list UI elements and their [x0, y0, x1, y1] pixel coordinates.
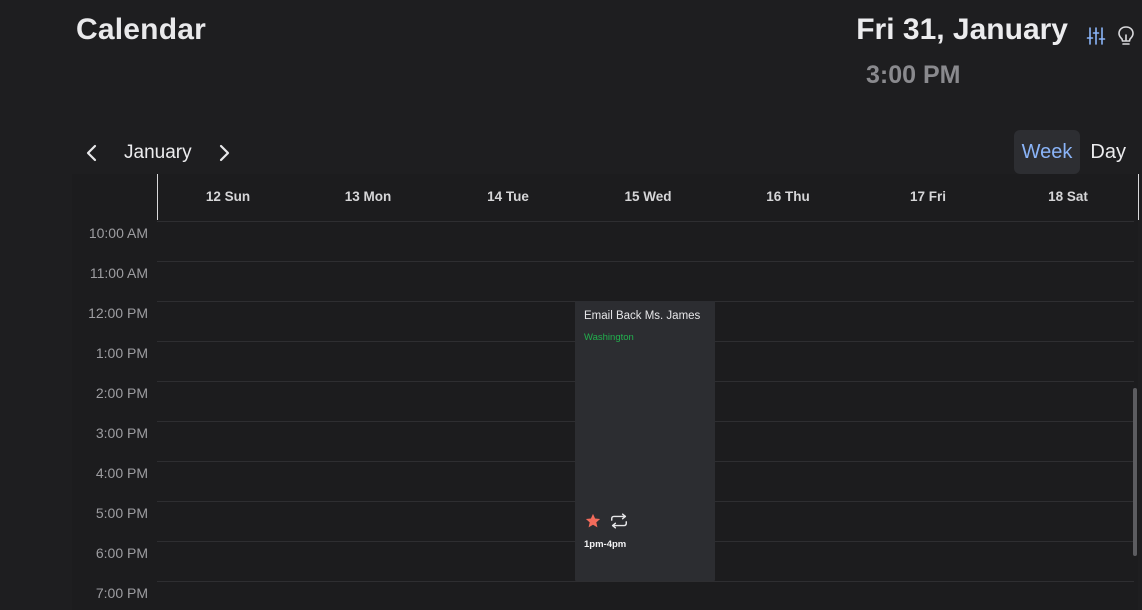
event-location: Washington: [584, 332, 634, 343]
hour-label: 7:00 PM: [95, 585, 148, 601]
day-header[interactable]: 13 Mon: [298, 174, 438, 220]
sliders-icon[interactable]: [1085, 24, 1107, 48]
event-card[interactable]: Email Back Ms. James Washington 1pm-4pm: [575, 301, 715, 581]
hour-label: 4:00 PM: [95, 465, 148, 481]
event-time: 1pm-4pm: [584, 539, 627, 550]
today-date: Fri 31, January: [856, 13, 1068, 46]
week-view-button[interactable]: Week: [1013, 130, 1081, 174]
hour-divider: [157, 261, 1134, 262]
hour-label: 1:00 PM: [95, 345, 148, 361]
day-header[interactable]: 12 Sun: [158, 174, 298, 220]
day-header[interactable]: 18 Sat: [998, 174, 1138, 220]
chevron-right-icon[interactable]: [212, 136, 236, 170]
day-header-row: 12 Sun 13 Mon 14 Tue 15 Wed 16 Thu 17 Fr…: [157, 174, 1139, 220]
hour-label: 2:00 PM: [95, 385, 148, 401]
day-header[interactable]: 16 Thu: [718, 174, 858, 220]
month-label: January: [124, 142, 192, 163]
view-toggle: Week Day: [1013, 130, 1134, 174]
scrollbar-thumb[interactable]: [1133, 388, 1137, 556]
hour-label: 6:00 PM: [95, 545, 148, 561]
current-time: 3:00 PM: [866, 61, 961, 89]
event-title: Email Back Ms. James: [584, 310, 701, 322]
chevron-left-icon[interactable]: [80, 136, 104, 170]
hour-label: 10:00 AM: [88, 225, 148, 241]
lightbulb-icon[interactable]: [1115, 24, 1137, 48]
hour-divider: [157, 221, 1134, 222]
day-view-button[interactable]: Day: [1082, 130, 1134, 174]
app-title: Calendar: [76, 13, 206, 46]
hour-label: 3:00 PM: [95, 425, 148, 441]
month-navigation: January: [80, 136, 236, 170]
hour-label: 5:00 PM: [95, 505, 148, 521]
hour-label: 11:00 AM: [89, 265, 148, 281]
star-icon[interactable]: [584, 512, 602, 530]
hour-label: 12:00 PM: [88, 305, 148, 321]
day-header[interactable]: 17 Fri: [858, 174, 998, 220]
hour-divider: [157, 581, 1134, 582]
day-header[interactable]: 15 Wed: [578, 174, 718, 220]
repeat-icon[interactable]: [609, 512, 629, 530]
day-header[interactable]: 14 Tue: [438, 174, 578, 220]
